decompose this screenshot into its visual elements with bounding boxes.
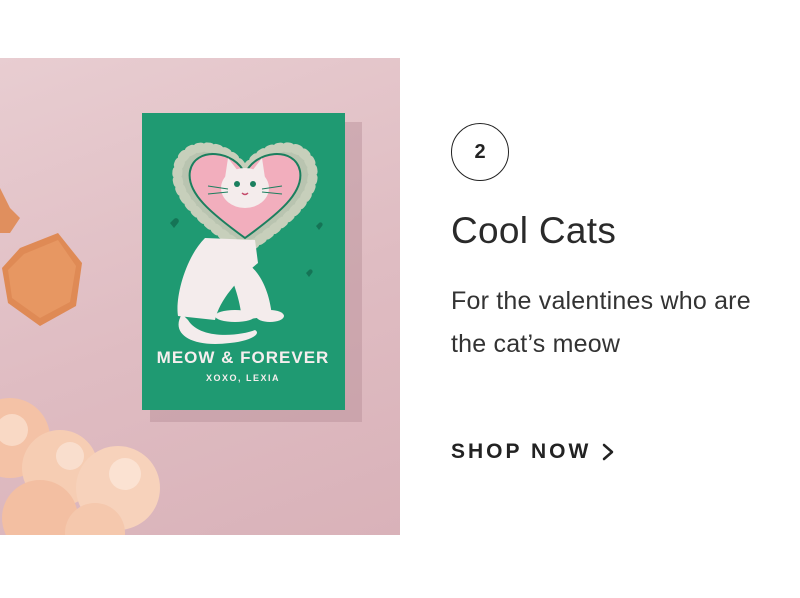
card-heading-text: MEOW & FOREVER bbox=[157, 348, 330, 367]
card-signature-text: XOXO, LEXIA bbox=[206, 373, 280, 383]
valentine-card-photo: MEOW & FOREVER XOXO, LEXIA bbox=[0, 113, 362, 535]
feature-panel: 2 Cool Cats For the valentines who are t… bbox=[451, 0, 791, 598]
copper-hexagon-decor bbox=[0, 188, 20, 233]
feature-title: Cool Cats bbox=[451, 210, 617, 251]
step-number-badge: 2 bbox=[451, 123, 509, 181]
shop-now-label: SHOP NOW bbox=[451, 440, 592, 463]
peach-bubble-decor bbox=[0, 398, 160, 535]
chevron-right-icon bbox=[603, 443, 614, 461]
feature-description: For the valentines who are the cat’s meo… bbox=[451, 287, 751, 358]
product-photo[interactable]: MEOW & FOREVER XOXO, LEXIA bbox=[0, 58, 400, 535]
valentine-card: MEOW & FOREVER XOXO, LEXIA bbox=[142, 113, 345, 410]
shop-now-link[interactable]: SHOP NOW bbox=[451, 440, 615, 464]
